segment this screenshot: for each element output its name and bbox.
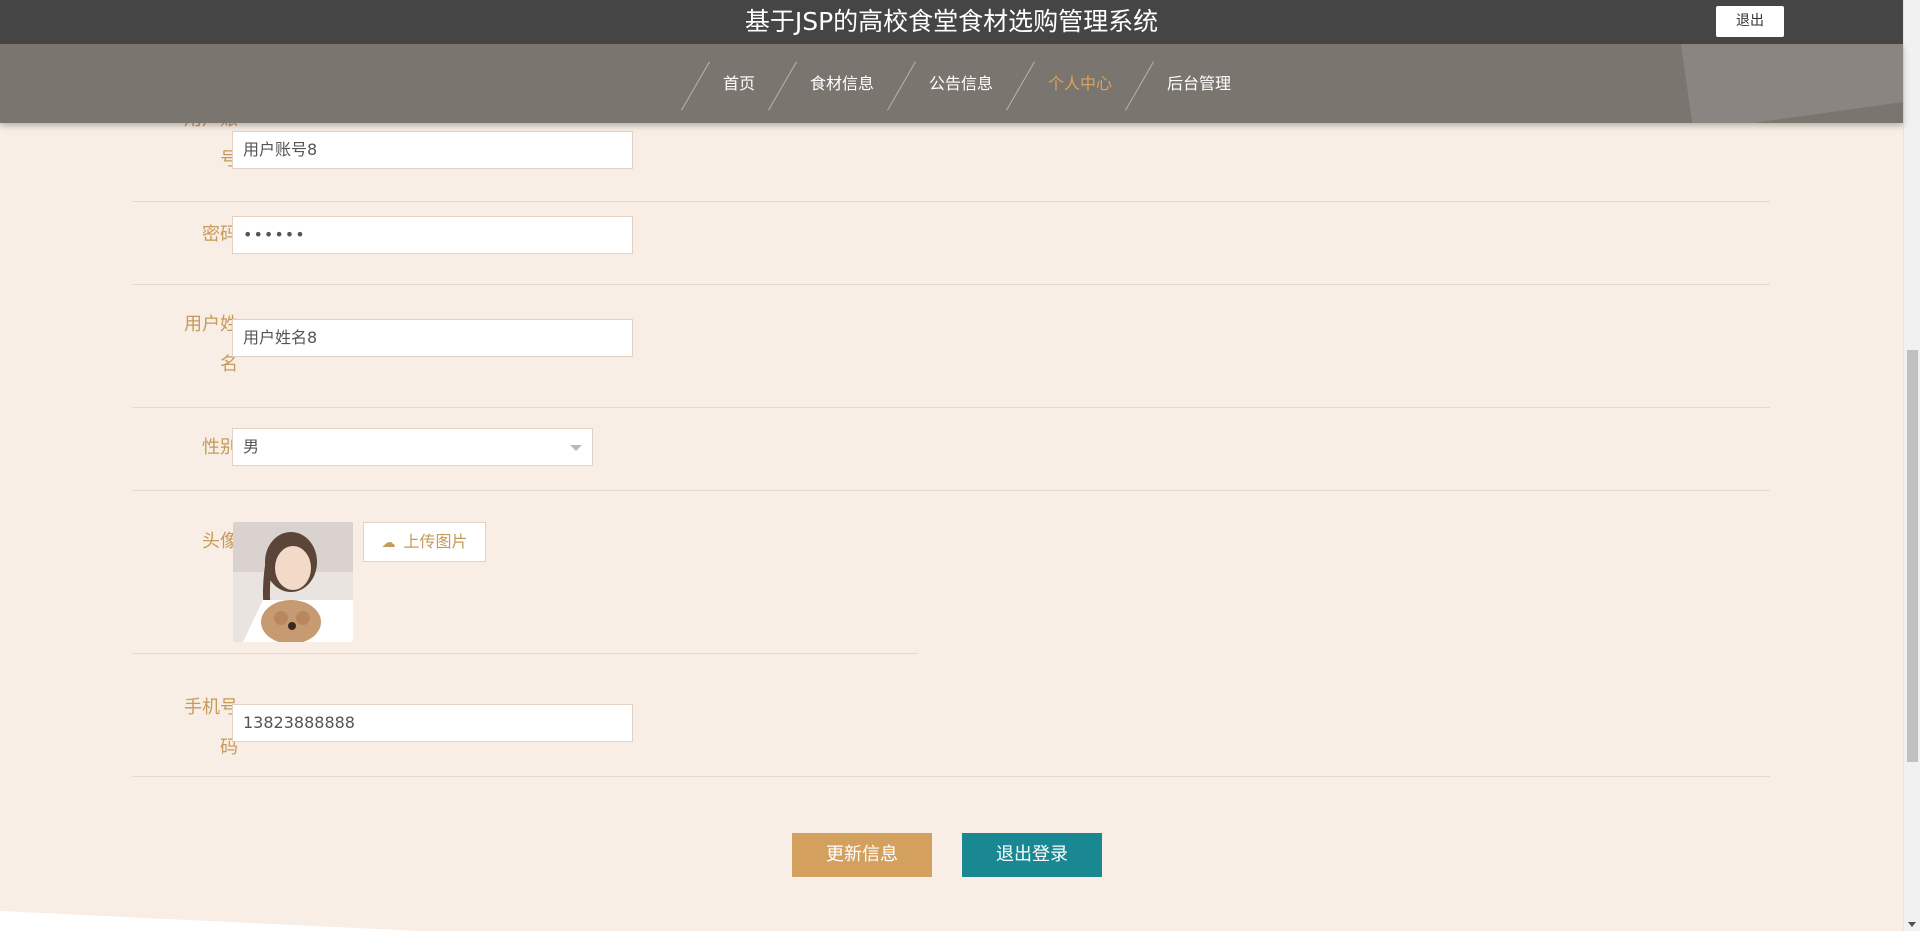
- name-label-line1: 用户姓: [184, 314, 238, 335]
- nav-item-announcements[interactable]: 公告信息: [891, 44, 1010, 123]
- chevron-down-icon: [570, 445, 582, 451]
- avatar-image: [233, 522, 353, 642]
- gender-row: 性别 男: [132, 408, 1770, 491]
- scrollbar-thumb[interactable]: [1907, 350, 1918, 762]
- account-input[interactable]: 用户账号8: [232, 131, 633, 169]
- profile-form: 用户账 号 用户账号8 密码 •••••• 用户姓 名 用户姓名8 性别 男: [132, 109, 1770, 777]
- header-logout-button[interactable]: 退出: [1716, 6, 1784, 37]
- cloud-upload-icon: ☁: [381, 535, 396, 551]
- avatar-label: 头像: [202, 531, 238, 552]
- phone-label-line2: 码: [220, 737, 238, 758]
- password-row: 密码 ••••••: [132, 202, 1770, 285]
- nav-item-home[interactable]: 首页: [685, 44, 772, 123]
- page: 基于JSP的高校食堂食材选购管理系统 退出 首页 食材信息 公告信息 个人中心 …: [0, 0, 1920, 931]
- phone-input[interactable]: 13823888888: [232, 704, 633, 742]
- account-row: 用户账 号 用户账号8: [132, 109, 1770, 202]
- gender-label: 性别: [202, 437, 238, 458]
- phone-label: 手机号 码: [152, 688, 238, 768]
- name-input[interactable]: 用户姓名8: [232, 319, 633, 357]
- header-bar: 基于JSP的高校食堂食材选购管理系统 退出: [0, 0, 1903, 44]
- nav-item-admin[interactable]: 后台管理: [1129, 44, 1248, 123]
- main-nav: 首页 食材信息 公告信息 个人中心 后台管理: [0, 44, 1903, 123]
- account-label: 用户账 号: [152, 109, 238, 180]
- page-scrollbar[interactable]: [1903, 0, 1920, 931]
- nav-item-personal-center[interactable]: 个人中心: [1010, 44, 1129, 123]
- phone-row: 手机号 码 13823888888: [132, 654, 1770, 777]
- gender-select[interactable]: 男: [232, 428, 593, 466]
- update-info-button[interactable]: 更新信息: [792, 833, 932, 877]
- upload-avatar-button[interactable]: ☁ 上传图片: [363, 522, 486, 562]
- scroll-down-icon[interactable]: [1908, 922, 1916, 927]
- site-title: 基于JSP的高校食堂食材选购管理系统: [744, 7, 1159, 36]
- account-label-line2: 号: [220, 149, 238, 170]
- name-label-line2: 名: [220, 354, 238, 375]
- password-input[interactable]: ••••••: [232, 216, 633, 254]
- avatar-row: 头像 ☁ 上传图片: [132, 491, 918, 654]
- upload-avatar-label: 上传图片: [403, 532, 468, 551]
- name-label: 用户姓 名: [152, 305, 238, 385]
- name-row: 用户姓 名 用户姓名8: [132, 285, 1770, 408]
- password-label: 密码: [202, 224, 238, 245]
- logout-button[interactable]: 退出登录: [962, 833, 1102, 877]
- gender-select-value: 男: [243, 437, 260, 456]
- nav-item-ingredients[interactable]: 食材信息: [772, 44, 891, 123]
- phone-label-line1: 手机号: [184, 697, 238, 718]
- bottom-decoration: [0, 911, 419, 931]
